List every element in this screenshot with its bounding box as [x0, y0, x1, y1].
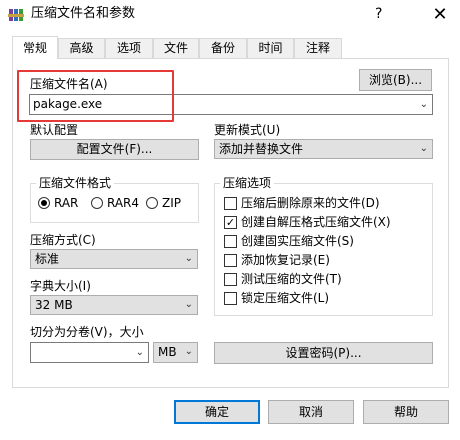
- dictionary-value: 32 MB: [35, 298, 73, 312]
- help-icon[interactable]: ?: [375, 5, 382, 23]
- profiles-button[interactable]: 配置文件(F)...: [30, 139, 199, 160]
- tab-comment[interactable]: 注释: [294, 38, 342, 58]
- solid-label[interactable]: 创建固实压缩文件(S): [241, 234, 354, 249]
- dictionary-select[interactable]: 32 MB ⌄: [30, 295, 198, 315]
- sfx-checkbox[interactable]: ✓: [224, 216, 237, 229]
- recovery-record-checkbox[interactable]: [224, 254, 237, 267]
- rar-radio[interactable]: [38, 197, 50, 209]
- test-files-label[interactable]: 测试压缩的文件(T): [241, 272, 342, 287]
- highlight-box: [17, 70, 174, 122]
- ok-button[interactable]: 确定: [174, 400, 260, 424]
- dictionary-label: 字典大小(I): [30, 279, 91, 293]
- checkmark-icon: ✓: [225, 216, 236, 229]
- set-password-button[interactable]: 设置密码(P)...: [214, 342, 433, 364]
- rar4-radio[interactable]: [91, 197, 103, 209]
- profile-label: 默认配置: [30, 123, 79, 137]
- lock-archive-checkbox[interactable]: [224, 292, 237, 305]
- tab-general[interactable]: 常规: [12, 36, 58, 59]
- method-label: 压缩方式(C): [30, 233, 96, 247]
- method-value: 标准: [35, 252, 60, 266]
- close-icon[interactable]: ✕: [420, 0, 460, 30]
- cancel-button[interactable]: 取消: [268, 400, 354, 424]
- test-files-checkbox[interactable]: [224, 273, 237, 286]
- recovery-record-label[interactable]: 添加恢复记录(E): [241, 253, 330, 268]
- chevron-down-icon: ⌄: [184, 253, 193, 264]
- rar-label[interactable]: RAR: [54, 196, 78, 211]
- update-mode-label: 更新模式(U): [214, 123, 281, 137]
- split-size-input[interactable]: ⌄: [30, 342, 149, 363]
- sfx-label[interactable]: 创建自解压格式压缩文件(X): [241, 215, 391, 230]
- rar4-label[interactable]: RAR4: [107, 196, 139, 211]
- update-mode-value: 添加并替换文件: [219, 142, 304, 156]
- tab-time[interactable]: 时间: [247, 38, 294, 58]
- browse-button[interactable]: 浏览(B)...: [359, 69, 432, 91]
- options-group-label: 压缩选项: [220, 176, 275, 191]
- tab-options[interactable]: 选项: [105, 38, 153, 58]
- zip-label[interactable]: ZIP: [162, 196, 181, 211]
- tab-backup[interactable]: 备份: [199, 38, 247, 58]
- chevron-down-icon: ⌄: [419, 143, 428, 154]
- lock-archive-label[interactable]: 锁定压缩文件(L): [241, 291, 329, 306]
- window-title: 压缩文件名和参数: [31, 6, 136, 21]
- split-unit-value: MB: [158, 345, 177, 359]
- delete-after-checkbox[interactable]: [224, 197, 237, 210]
- split-label: 切分为分卷(V)，大小: [30, 325, 144, 339]
- chevron-down-icon[interactable]: ⌄: [136, 343, 144, 362]
- zip-radio[interactable]: [146, 197, 158, 209]
- split-unit-select[interactable]: MB ⌄: [153, 342, 198, 363]
- method-select[interactable]: 标准 ⌄: [30, 249, 198, 269]
- tab-advanced[interactable]: 高级: [58, 38, 105, 58]
- format-group-label: 压缩文件格式: [36, 176, 115, 191]
- chevron-down-icon[interactable]: ⌄: [420, 95, 428, 114]
- chevron-down-icon: ⌄: [184, 346, 193, 357]
- winrar-app-icon: [8, 9, 24, 21]
- solid-checkbox[interactable]: [224, 235, 237, 248]
- help-button[interactable]: 帮助: [363, 400, 449, 424]
- chevron-down-icon: ⌄: [184, 299, 193, 310]
- delete-after-label[interactable]: 压缩后删除原来的文件(D): [241, 196, 380, 211]
- update-mode-select[interactable]: 添加并替换文件 ⌄: [214, 139, 433, 159]
- tab-files[interactable]: 文件: [153, 38, 199, 58]
